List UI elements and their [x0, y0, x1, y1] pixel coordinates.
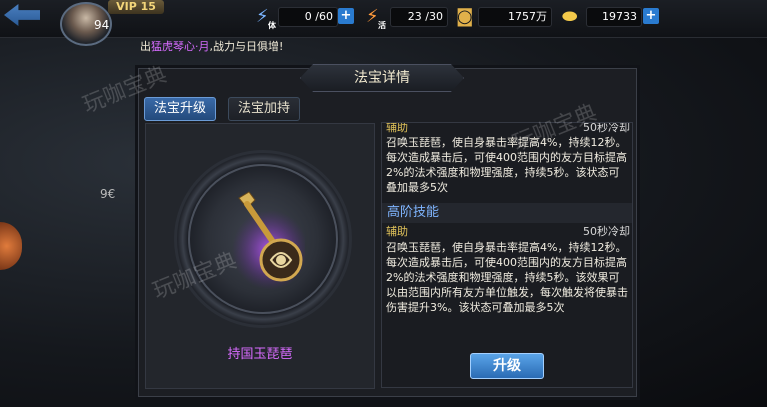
energy-icon: ⚡: [366, 6, 379, 27]
stamina-label: 体: [268, 21, 276, 30]
tab-enhance[interactable]: 法宝加持: [228, 97, 300, 121]
tab-upgrade[interactable]: 法宝升级: [144, 97, 216, 121]
gold-value: 19733: [586, 7, 642, 27]
panel-title: 法宝详情: [354, 70, 410, 86]
announcement-prefix: 出: [140, 40, 151, 53]
stamina-value: 0 /60: [278, 7, 338, 27]
item-name: 持国玉琵琶: [227, 347, 293, 362]
energy-value: 23 /30: [390, 7, 448, 27]
gold-ingot-icon: ⬬: [562, 6, 578, 27]
announcement-ticker: 出猛虎琴心·月,战力与日俱增!: [140, 38, 283, 54]
coin-value: 1757万: [478, 7, 552, 27]
upgrade-button[interactable]: 升级: [470, 353, 544, 379]
announcement-highlight: 猛虎琴心·月: [151, 40, 210, 53]
advanced-skill-tag: 辅助: [386, 225, 408, 238]
background-number: 9€: [100, 187, 116, 201]
stamina-icon: ⚡: [256, 6, 269, 27]
vip-badge: VIP 15: [108, 0, 164, 14]
advanced-skill-tag-row: 辅助 50秒冷却: [386, 224, 630, 239]
announcement-suffix: ,战力与日俱增!: [209, 40, 284, 53]
advanced-skill-cooldown: 50秒冷却: [583, 225, 630, 238]
skill-description-panel[interactable]: 辅助 50秒冷却 召唤玉琵琶，使自身暴击率提高4%，持续12秒。每次造成暴击后，…: [381, 122, 633, 388]
coin-icon: ◙: [456, 6, 474, 27]
skill-description: 召唤玉琵琶，使自身暴击率提高4%，持续12秒。每次造成暴击后，可使400范围内的…: [386, 136, 627, 194]
advanced-skill-description: 召唤玉琵琶，使自身暴击率提高4%，持续12秒。每次造成暴击后，可使400范围内的…: [386, 241, 628, 314]
add-stamina-button[interactable]: +: [338, 8, 354, 24]
skill-tag: 辅助: [386, 122, 408, 134]
player-level: 94: [94, 18, 110, 32]
energy-label: 活: [378, 21, 386, 30]
advanced-skill-heading: 高阶技能: [382, 203, 632, 223]
add-gold-button[interactable]: +: [643, 8, 659, 24]
jade-pipa-icon: [232, 191, 305, 290]
